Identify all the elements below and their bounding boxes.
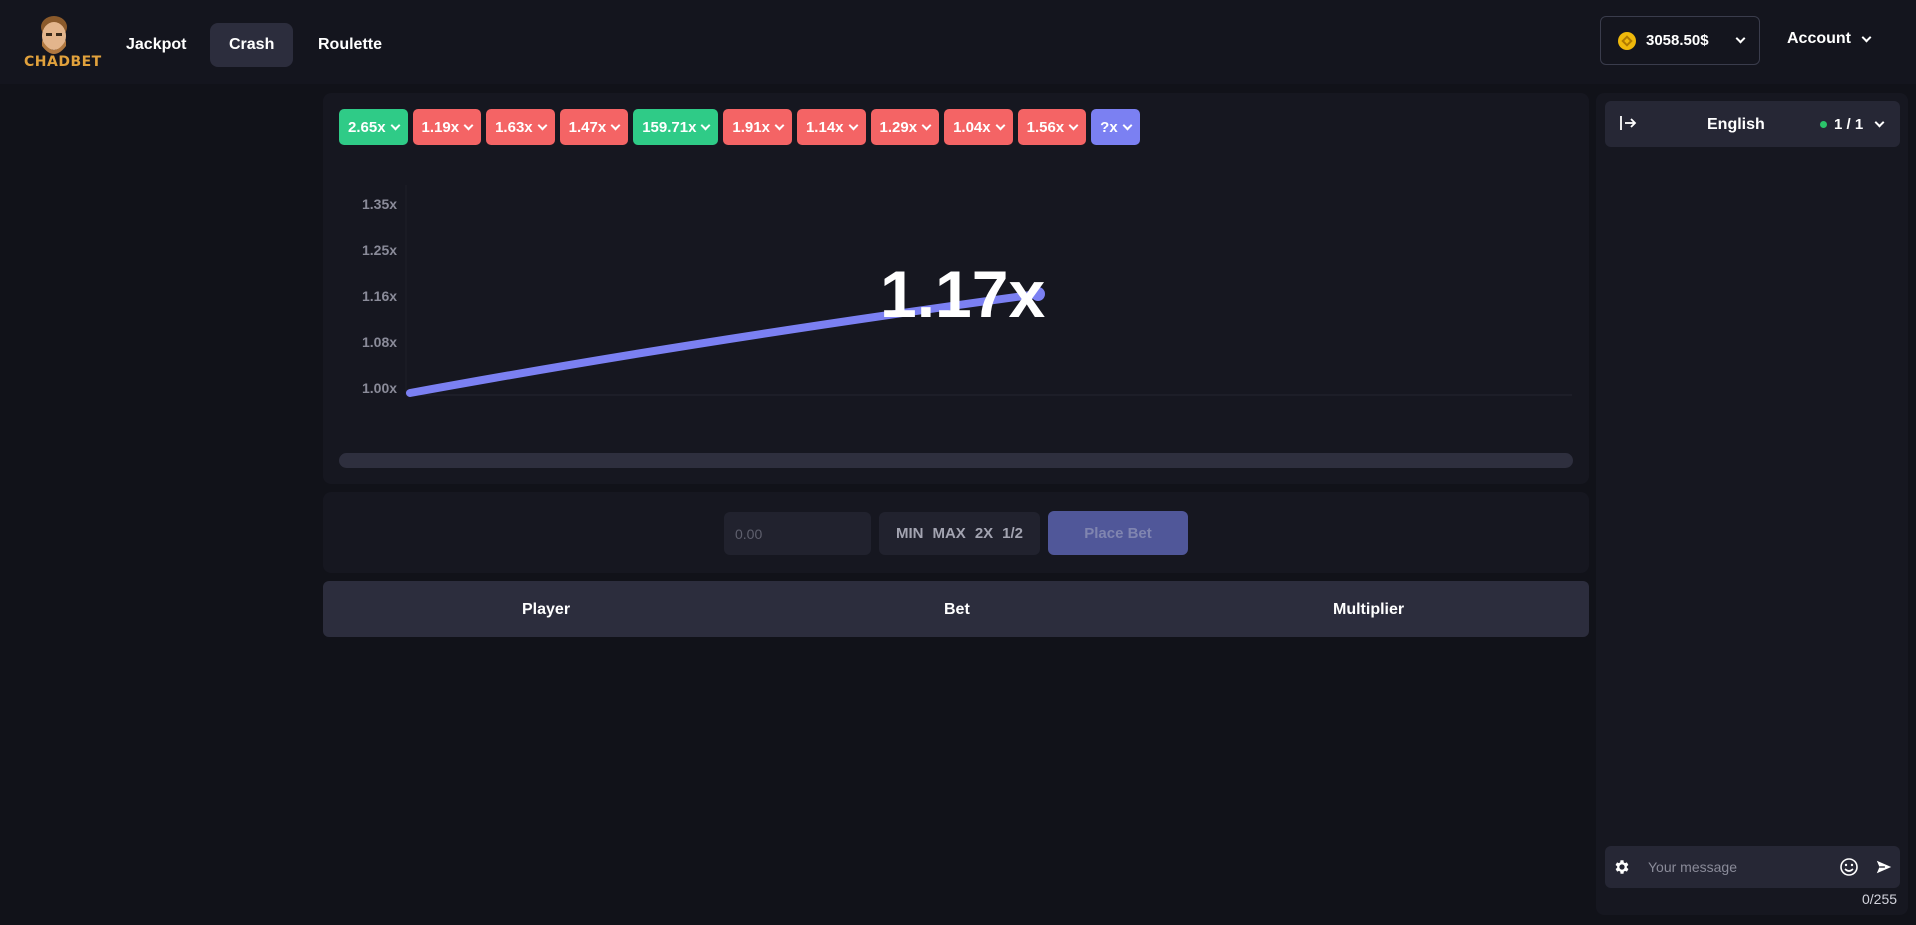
place-bet-button[interactable]: Place Bet xyxy=(1048,511,1188,555)
column-multiplier: Multiplier xyxy=(1333,601,1405,618)
chat-message-input[interactable] xyxy=(1648,854,1828,880)
collapse-chat-icon[interactable] xyxy=(1619,114,1637,132)
bet-amount-input[interactable] xyxy=(724,512,871,555)
bet-half-button[interactable]: 1/2 xyxy=(1002,525,1023,542)
chat-language[interactable]: English xyxy=(1707,116,1765,134)
bet-max-button[interactable]: MAX xyxy=(932,525,965,542)
online-count: 1 / 1 xyxy=(1834,116,1864,133)
current-multiplier: 1.17x xyxy=(880,257,1046,331)
column-bet: Bet xyxy=(944,601,970,618)
chat-panel xyxy=(1596,93,1908,915)
gear-icon[interactable] xyxy=(1612,857,1632,877)
message-char-counter: 0/255 xyxy=(1862,891,1898,907)
round-progress-bar xyxy=(339,453,1573,468)
bet-double-button[interactable]: 2X xyxy=(975,525,993,542)
online-counter[interactable]: 1 / 1 xyxy=(1820,116,1885,133)
emoji-icon[interactable] xyxy=(1838,856,1860,878)
column-player: Player xyxy=(522,601,571,618)
bets-table-header: Player Bet Multiplier xyxy=(323,581,1589,637)
quick-bet-buttons: MIN MAX 2X 1/2 xyxy=(879,512,1040,555)
send-icon[interactable] xyxy=(1873,856,1895,878)
bet-min-button[interactable]: MIN xyxy=(896,525,924,542)
chevron-down-icon xyxy=(1874,117,1885,128)
online-dot-icon xyxy=(1820,121,1827,128)
